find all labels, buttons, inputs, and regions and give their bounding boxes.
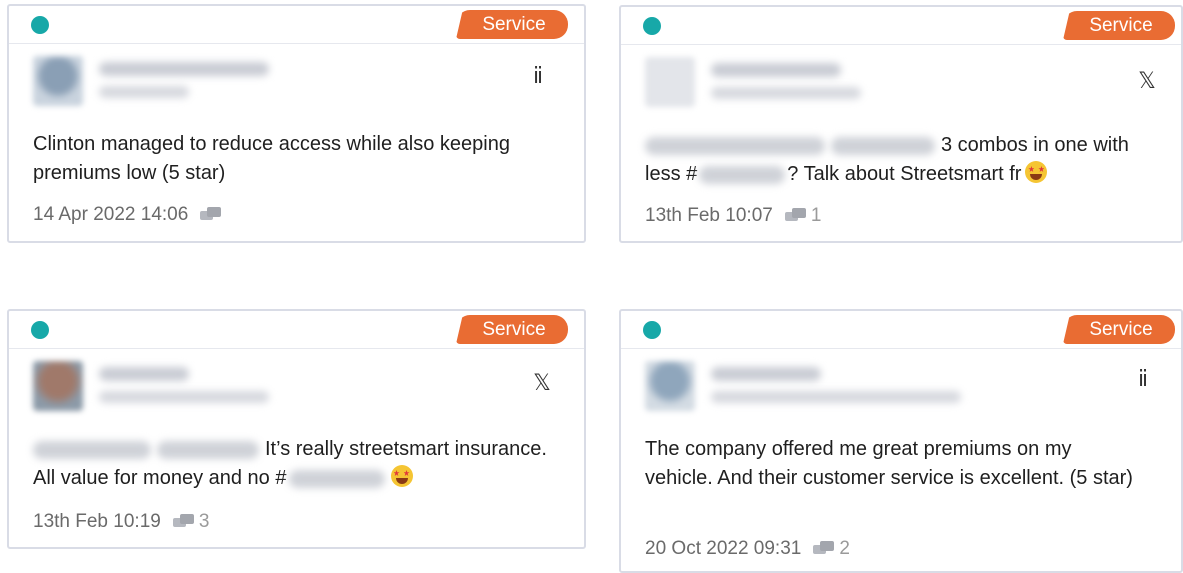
x-twitter-icon[interactable]: 𝕏	[530, 369, 554, 399]
trustpilot-icon[interactable]: ⅱ	[1131, 365, 1155, 395]
author-name-redacted	[711, 63, 841, 77]
hashtag-redacted	[288, 469, 385, 488]
comments-icon[interactable]	[784, 207, 807, 225]
mention-redacted	[33, 440, 151, 459]
x-twitter-icon[interactable]: 𝕏	[1135, 67, 1159, 97]
post-text-part: ? Talk about Streetsmart fr	[787, 163, 1022, 185]
author[interactable]	[33, 56, 333, 108]
post-date: 13th Feb 10:19	[33, 511, 161, 532]
post-date: 20 Oct 2022 09:31	[645, 538, 802, 559]
comments-icon[interactable]	[200, 206, 222, 224]
star-struck-emoji-icon	[390, 465, 413, 487]
trustpilot-icon[interactable]: ⅱ	[526, 62, 550, 92]
category-tag[interactable]: Service	[1063, 315, 1175, 344]
card-header: Service	[9, 6, 584, 44]
author-name-redacted	[99, 62, 269, 76]
mention-redacted	[645, 136, 825, 155]
post-meta: 13th Feb 10:19 3	[33, 509, 209, 535]
star-struck-emoji-icon	[1025, 161, 1048, 183]
author[interactable]	[33, 361, 333, 413]
avatar	[33, 361, 83, 411]
post-card[interactable]: Service ⅱ Clinton managed to reduce acce…	[7, 4, 586, 243]
post-date: 14 Apr 2022 14:06	[33, 204, 189, 225]
comment-count: 2	[839, 538, 850, 559]
author-name-redacted	[99, 367, 189, 381]
post-meta: 13th Feb 10:07 1	[645, 203, 821, 229]
post-text: 3 combos in one with less #? Talk about …	[645, 131, 1157, 189]
category-tag[interactable]: Service	[456, 315, 568, 344]
author[interactable]	[645, 361, 961, 413]
author-handle-redacted	[99, 86, 189, 98]
comments-icon[interactable]	[813, 540, 835, 558]
post-card[interactable]: Service 𝕏 It’s really streetsmart insura…	[7, 309, 586, 549]
comment-count: 1	[810, 205, 822, 226]
author-handle-redacted	[711, 87, 861, 99]
status-dot	[31, 321, 49, 339]
post-meta: 20 Oct 2022 09:31 2	[645, 536, 850, 562]
category-tag[interactable]: Service	[1063, 11, 1175, 40]
comment-count: 3	[198, 511, 210, 532]
status-dot	[643, 321, 661, 339]
hashtag-redacted	[699, 165, 786, 184]
author-handle-redacted	[99, 391, 269, 403]
status-dot	[31, 16, 49, 34]
card-header: Service	[621, 311, 1181, 349]
mention-redacted	[831, 136, 935, 155]
avatar	[645, 57, 695, 107]
avatar	[645, 361, 695, 411]
post-text: The company offered me great premiums on…	[645, 438, 1133, 489]
status-dot	[643, 17, 661, 35]
author-handle-redacted	[711, 391, 961, 403]
author-name-redacted	[711, 367, 821, 381]
card-header: Service	[9, 311, 584, 349]
author[interactable]	[645, 57, 945, 109]
post-card[interactable]: Service ⅱ The company offered me great p…	[619, 309, 1183, 573]
avatar	[33, 56, 83, 106]
post-text: Clinton managed to reduce access while a…	[33, 133, 510, 184]
post-meta: 14 Apr 2022 14:06	[33, 202, 222, 228]
post-date: 13th Feb 10:07	[645, 205, 773, 226]
comments-icon[interactable]	[172, 513, 195, 531]
post-card[interactable]: Service 𝕏 3 combos in one with less #? T…	[619, 5, 1183, 243]
post-text: It’s really streetsmart insurance. All v…	[33, 435, 560, 493]
category-tag[interactable]: Service	[456, 10, 568, 39]
card-header: Service	[621, 7, 1181, 45]
mention-redacted	[157, 440, 259, 459]
